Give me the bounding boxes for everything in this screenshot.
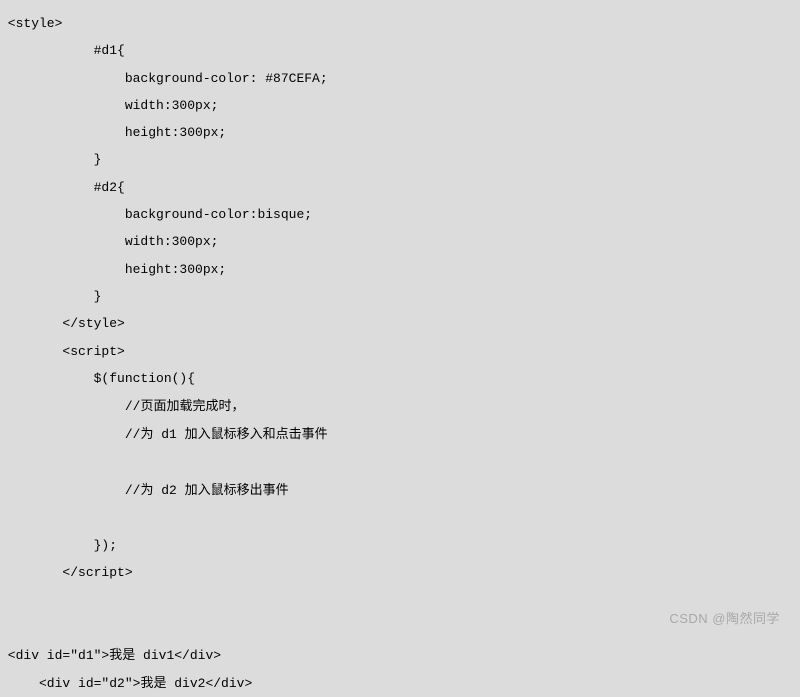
- code-line: });: [0, 532, 800, 559]
- code-line: height:300px;: [0, 256, 800, 283]
- watermark: CSDN @陶然同学: [669, 608, 780, 627]
- code-line: [0, 449, 800, 476]
- code-line: [0, 504, 800, 531]
- code-line: </script>: [0, 559, 800, 586]
- code-line: //为 d2 加入鼠标移出事件: [0, 476, 800, 504]
- code-line: //页面加载完成时，: [0, 392, 800, 420]
- code-line: //为 d1 加入鼠标移入和点击事件: [0, 420, 800, 448]
- code-line: #d2{: [0, 174, 800, 201]
- code-line: height:300px;: [0, 119, 800, 146]
- code-line: #d1{: [0, 37, 800, 64]
- code-line: </style>: [0, 310, 800, 337]
- code-line: width:300px;: [0, 92, 800, 119]
- code-line: $(function(){: [0, 365, 800, 392]
- code-line: <style>: [0, 10, 800, 37]
- code-line: width:300px;: [0, 228, 800, 255]
- code-line: <div id="d2">我是 div2</div>: [0, 669, 800, 697]
- code-line: background-color: #87CEFA;: [0, 65, 800, 92]
- code-snippet: <style> #d1{ background-color: #87CEFA; …: [0, 10, 800, 697]
- code-line: }: [0, 283, 800, 310]
- code-line: }: [0, 146, 800, 173]
- code-line: background-color:bisque;: [0, 201, 800, 228]
- code-line: <script>: [0, 338, 800, 365]
- code-line: <div id="d1">我是 div1</div>: [0, 641, 800, 669]
